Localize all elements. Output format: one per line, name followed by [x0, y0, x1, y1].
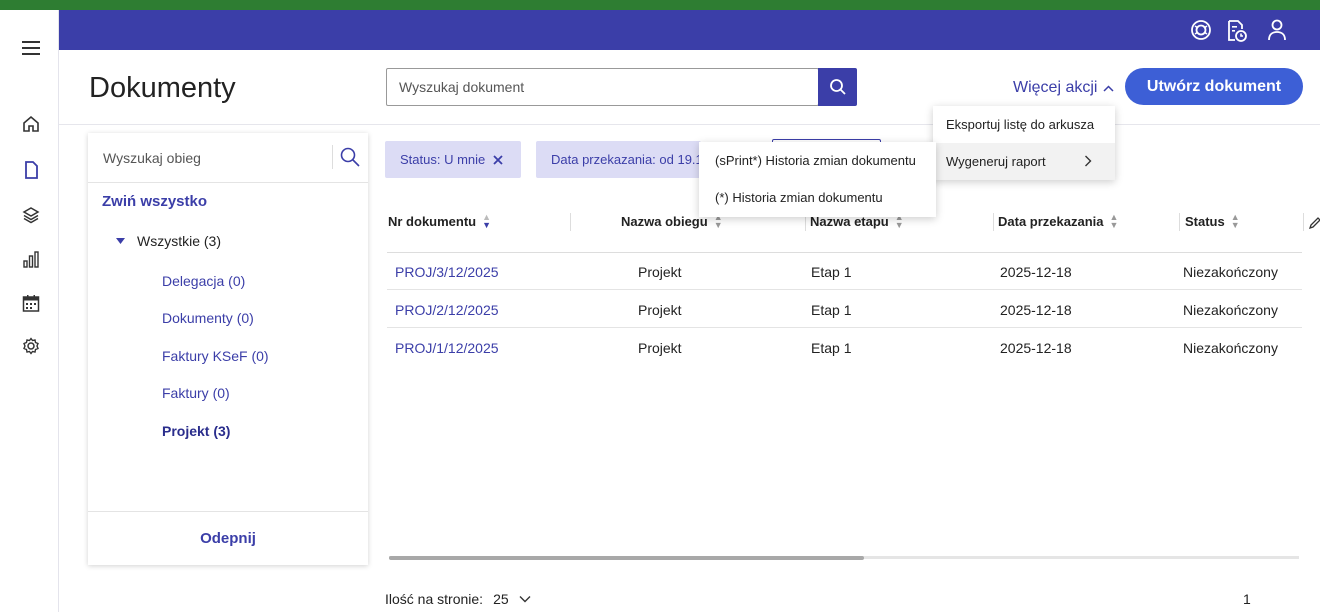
layers-icon[interactable]	[20, 204, 42, 226]
edit-columns-icon[interactable]	[1308, 216, 1320, 230]
nav-rail	[0, 10, 59, 612]
top-accent-strip	[0, 0, 1320, 10]
column-header-status[interactable]: Status ▲ ▼	[1185, 212, 1240, 230]
tree-item-faktury[interactable]: Faktury (0)	[162, 385, 230, 401]
workflow-name-cell: Projekt	[638, 302, 682, 318]
column-header-obieg-label: Nazwa obiegu	[621, 213, 708, 229]
tree-item-faktury-ksef[interactable]: Faktury KSeF (0)	[162, 348, 269, 364]
tree-root-all[interactable]: Wszystkie (3)	[116, 233, 221, 249]
more-actions-menu: Eksportuj listę do arkusza Wygeneruj rap…	[933, 106, 1115, 180]
filter-chip-date[interactable]: Data przekazania: od 19.1	[536, 141, 701, 178]
transfer-date-cell: 2025-12-18	[1000, 340, 1072, 356]
current-page-number[interactable]: 1	[1243, 591, 1251, 607]
home-icon[interactable]	[20, 113, 42, 135]
column-separator[interactable]	[1179, 213, 1180, 231]
menu-item-export[interactable]: Eksportuj listę do arkusza	[933, 106, 1115, 143]
page-title: Dokumenty	[89, 72, 236, 104]
create-document-button[interactable]: Utwórz dokument	[1125, 68, 1303, 105]
stage-name-cell: Etap 1	[811, 264, 852, 280]
workflow-search-placeholder: Wyszukaj obieg	[103, 150, 201, 166]
status-cell: Niezakończony	[1183, 340, 1278, 356]
unpin-button[interactable]: Odepnij	[88, 511, 368, 565]
tree-item-projekt[interactable]: Projekt (3)	[162, 423, 230, 439]
column-header-nr[interactable]: Nr dokumentu ▲ ▼	[388, 212, 492, 230]
workflow-search-separator	[332, 145, 333, 169]
sort-icon: ▲ ▼	[482, 212, 492, 230]
more-actions-label: Więcej akcji	[1013, 79, 1098, 96]
header-divider	[59, 124, 1320, 125]
column-header-data[interactable]: Data przekazania ▲ ▼	[998, 212, 1119, 230]
page-size-selector[interactable]: Ilość na stronie: 25	[385, 591, 531, 607]
document-search-button[interactable]	[818, 68, 857, 106]
sort-icon: ▲ ▼	[1230, 212, 1240, 230]
table-row[interactable]: PROJ/1/12/2025 Projekt Etap 1 2025-12-18…	[387, 328, 1302, 366]
search-icon[interactable]	[339, 146, 361, 168]
tree-item-delegacja[interactable]: Delegacja (0)	[162, 273, 245, 289]
chevron-right-icon	[1085, 155, 1092, 167]
workflow-search[interactable]: Wyszukaj obieg	[88, 133, 368, 183]
chevron-down-icon	[519, 596, 531, 603]
filter-chip-status-label: Status: U mnie	[400, 152, 486, 167]
column-header-nr-label: Nr dokumentu	[388, 213, 477, 229]
tree-root-label: Wszystkie (3)	[137, 233, 221, 249]
tree-item-dokumenty[interactable]: Dokumenty (0)	[162, 310, 254, 326]
workflow-name-cell: Projekt	[638, 340, 682, 356]
transfer-date-cell: 2025-12-18	[1000, 302, 1072, 318]
horizontal-scrollbar-thumb[interactable]	[389, 556, 864, 560]
column-header-data-label: Data przekazania	[998, 213, 1104, 229]
document-clock-icon[interactable]	[1226, 19, 1250, 43]
calendar-icon[interactable]	[20, 292, 42, 314]
column-header-status-label: Status	[1185, 213, 1225, 229]
filter-chip-date-label: Data przekazania: od 19.1	[551, 152, 701, 167]
user-icon[interactable]	[1267, 19, 1291, 43]
document-search-box	[386, 68, 819, 106]
column-separator[interactable]	[1303, 213, 1304, 231]
table-row[interactable]: PROJ/3/12/2025 Projekt Etap 1 2025-12-18…	[387, 252, 1302, 290]
filter-chip-status[interactable]: Status: U mnie	[385, 141, 521, 178]
report-submenu: (sPrint*) Historia zmian dokumentu (*) H…	[699, 142, 936, 217]
top-app-bar	[59, 10, 1320, 50]
workflow-panel: Wyszukaj obieg Zwiń wszystko Wszystkie (…	[88, 133, 368, 565]
document-icon[interactable]	[20, 159, 42, 181]
sort-icon: ▲ ▼	[1109, 212, 1119, 230]
settings-icon[interactable]	[20, 335, 42, 357]
search-icon	[829, 79, 846, 95]
close-icon[interactable]	[493, 154, 503, 165]
chart-icon[interactable]	[20, 248, 42, 270]
status-cell: Niezakończony	[1183, 264, 1278, 280]
document-number-link[interactable]: PROJ/1/12/2025	[395, 340, 499, 356]
more-actions-button[interactable]: Więcej akcji	[1013, 79, 1114, 97]
menu-icon[interactable]	[20, 37, 42, 59]
status-cell: Niezakończony	[1183, 302, 1278, 318]
workflow-name-cell: Projekt	[638, 264, 682, 280]
stage-name-cell: Etap 1	[811, 340, 852, 356]
document-number-link[interactable]: PROJ/2/12/2025	[395, 302, 499, 318]
transfer-date-cell: 2025-12-18	[1000, 264, 1072, 280]
column-separator[interactable]	[570, 213, 571, 231]
submenu-item-sprint-history[interactable]: (sPrint*) Historia zmian dokumentu	[699, 142, 936, 179]
page-size-label: Ilość na stronie:	[385, 591, 484, 607]
chevron-up-icon	[1103, 84, 1114, 92]
submenu-item-history[interactable]: (*) Historia zmian dokumentu	[699, 179, 936, 216]
caret-down-icon	[116, 238, 125, 244]
main-content: Dokumenty Więcej akcji Utwórz dokument W…	[59, 50, 1320, 612]
stage-name-cell: Etap 1	[811, 302, 852, 318]
support-icon[interactable]	[1190, 19, 1214, 43]
menu-item-generate-report-label: Wygeneruj raport	[946, 154, 1046, 169]
table-row[interactable]: PROJ/2/12/2025 Projekt Etap 1 2025-12-18…	[387, 290, 1302, 328]
document-search-input[interactable]	[387, 69, 819, 105]
page-size-value: 25	[493, 591, 509, 607]
document-number-link[interactable]: PROJ/3/12/2025	[395, 264, 499, 280]
menu-item-generate-report[interactable]: Wygeneruj raport	[933, 143, 1115, 180]
collapse-all-link[interactable]: Zwiń wszystko	[102, 193, 207, 210]
column-separator[interactable]	[993, 213, 994, 231]
